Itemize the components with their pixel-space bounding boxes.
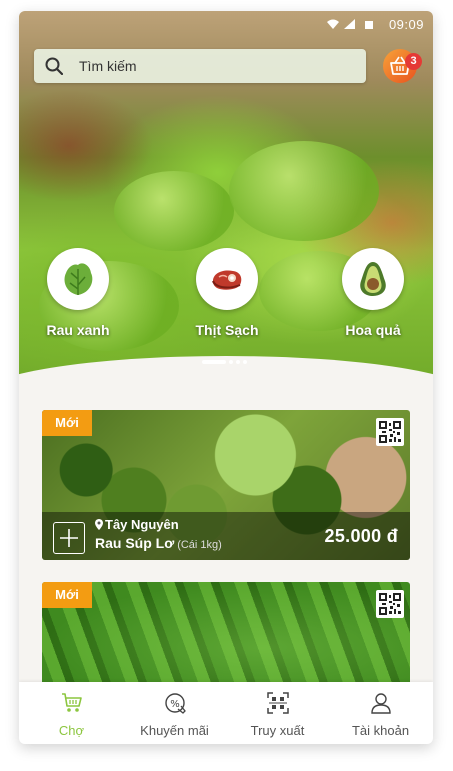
signal-icon [327, 19, 339, 29]
search-input[interactable]: Tìm kiếm [79, 58, 137, 74]
promo-icon: % [164, 693, 186, 714]
plus-icon [60, 529, 78, 547]
category-icon-wrap [342, 248, 404, 310]
carousel-dot[interactable] [202, 360, 226, 364]
qr-code-icon [379, 593, 401, 615]
product-card[interactable]: Mới [42, 582, 410, 692]
product-name: Rau Súp Lơ (Cái 1kg) [95, 535, 222, 551]
svg-text:%: % [170, 699, 180, 710]
meat-icon [212, 270, 242, 290]
nav-label: Tài khoản [351, 723, 410, 738]
cart-icon [61, 693, 82, 712]
category-fruits[interactable]: Hoa quả [323, 248, 423, 338]
category-vegetables[interactable]: Rau xanh [28, 248, 128, 338]
product-origin-text: Tây Nguyên [105, 517, 179, 532]
nav-promotions[interactable]: % Khuyến mãi [123, 692, 226, 738]
add-to-cart-button[interactable] [53, 522, 85, 554]
cart-count-badge: 3 [405, 53, 422, 70]
product-image [42, 582, 410, 692]
carousel-dot[interactable] [243, 360, 247, 364]
category-icon-wrap [47, 248, 109, 310]
user-icon [370, 693, 391, 714]
nav-label: Truy xuất [250, 723, 305, 738]
nav-label: Chợ [58, 723, 85, 738]
avocado-icon [360, 262, 386, 296]
new-tag: Mới [42, 410, 92, 436]
product-origin: Tây Nguyên [95, 517, 179, 532]
category-icon-wrap [196, 248, 258, 310]
product-unit: (Cái 1kg) [177, 539, 222, 551]
bottom-nav: Chợ % Khuyến mãi Truy xuất Tài khoản [19, 682, 433, 744]
category-label: Rau xanh [46, 322, 110, 338]
product-name-text: Rau Súp Lơ [95, 535, 175, 551]
product-info-bar: Tây Nguyên Rau Súp Lơ (Cái 1kg) 25.000 đ [42, 512, 410, 560]
category-label: Hoa quả [345, 322, 401, 338]
qr-scan-icon [266, 692, 289, 714]
qr-code-icon [379, 421, 401, 443]
nav-account[interactable]: Tài khoản [329, 692, 432, 738]
carousel-dot[interactable] [229, 360, 233, 364]
hero-banner: 09:09 Tìm kiếm 3 Rau xanh Thịt Sạch Hoa … [19, 11, 433, 396]
nav-traceability[interactable]: Truy xuất [226, 692, 329, 738]
carousel-indicator[interactable] [202, 360, 250, 365]
qr-code-button[interactable] [376, 590, 404, 618]
status-bar: 09:09 [19, 11, 433, 37]
new-tag: Mới [42, 582, 92, 608]
battery-icon [365, 21, 373, 29]
nav-label: Khuyến mãi [140, 723, 209, 738]
app-screen: 09:09 Tìm kiếm 3 Rau xanh Thịt Sạch Hoa … [19, 11, 433, 744]
location-pin-icon [95, 519, 103, 530]
nav-market[interactable]: Chợ [20, 692, 123, 738]
cellular-icon [344, 19, 355, 29]
product-card[interactable]: Mới Tây Nguyên Rau Súp Lơ (Cái 1kg) 25.00… [42, 410, 410, 560]
qr-code-button[interactable] [376, 418, 404, 446]
search-bar[interactable]: Tìm kiếm [34, 49, 366, 83]
lettuce-icon [64, 263, 93, 295]
category-label: Thịt Sạch [195, 322, 259, 338]
product-price: 25.000 đ [324, 526, 398, 546]
carousel-dot[interactable] [236, 360, 240, 364]
status-time: 09:09 [388, 17, 424, 32]
category-meat[interactable]: Thịt Sạch [177, 248, 277, 338]
search-icon [45, 57, 63, 75]
